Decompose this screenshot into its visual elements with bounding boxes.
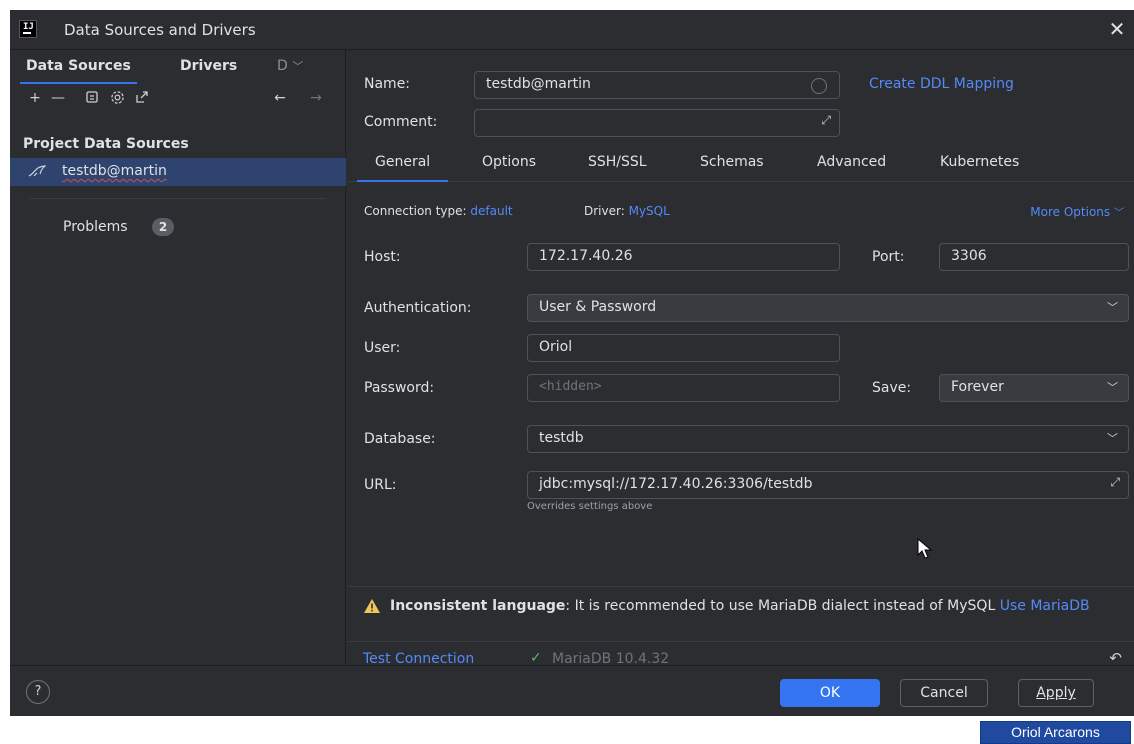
expand-icon[interactable]: ⤢ bbox=[1110, 475, 1120, 490]
remove-icon[interactable]: — bbox=[50, 90, 66, 106]
save-select[interactable]: Forever ﹀ bbox=[939, 374, 1129, 402]
warning-icon bbox=[364, 599, 380, 613]
authentication-value: User & Password bbox=[539, 299, 657, 315]
database-value: testdb bbox=[539, 430, 584, 446]
main-panel: Name: testdb@martin Create DDL Mapping C… bbox=[347, 50, 1134, 667]
tab-overflow[interactable]: D ﹀ bbox=[277, 58, 303, 74]
driver-info: Driver: MySQL bbox=[584, 204, 670, 218]
tab-data-sources[interactable]: Data Sources bbox=[20, 58, 137, 84]
port-value: 3306 bbox=[951, 248, 987, 264]
forward-arrow-icon[interactable]: → bbox=[308, 90, 324, 106]
inconsistent-language-warning: Inconsistent language: It is recommended… bbox=[347, 586, 1134, 641]
mysql-dolphin-icon bbox=[28, 164, 47, 182]
comment-input[interactable]: ⤢ bbox=[474, 109, 840, 137]
help-icon[interactable]: ? bbox=[26, 680, 50, 704]
authentication-select[interactable]: User & Password ﹀ bbox=[527, 294, 1129, 322]
chevron-down-icon: ﹀ bbox=[292, 60, 304, 73]
chevron-down-icon: ﹀ bbox=[1114, 208, 1124, 219]
host-value: 172.17.40.26 bbox=[539, 248, 633, 264]
save-value: Forever bbox=[951, 379, 1004, 395]
name-input[interactable]: testdb@martin bbox=[474, 71, 840, 99]
sidebar-item-label: testdb@martin bbox=[62, 163, 167, 179]
tab-drivers[interactable]: Drivers bbox=[180, 58, 237, 74]
apply-button[interactable]: Apply bbox=[1018, 679, 1094, 707]
connection-type-label: Connection type: bbox=[364, 204, 467, 218]
tab-general[interactable]: General bbox=[356, 154, 449, 182]
connection-type-info: Connection type: default bbox=[364, 204, 513, 218]
port-label: Port: bbox=[872, 249, 905, 265]
problems-count-badge: 2 bbox=[152, 218, 174, 236]
sidebar-item-testdb[interactable]: testdb@martin bbox=[10, 158, 346, 186]
sidebar-toolbar: + — ← → bbox=[10, 82, 346, 114]
host-input[interactable]: 172.17.40.26 bbox=[527, 243, 840, 271]
duplicate-icon[interactable] bbox=[84, 90, 100, 106]
create-ddl-mapping-link[interactable]: Create DDL Mapping bbox=[869, 76, 1014, 92]
name-value: testdb@martin bbox=[486, 76, 591, 92]
connection-type-link[interactable]: default bbox=[470, 204, 512, 218]
warning-message: : It is recommended to use MariaDB diale… bbox=[565, 598, 996, 614]
chevron-down-icon: ﹀ bbox=[1107, 381, 1118, 394]
save-label: Save: bbox=[872, 380, 912, 396]
driver-link[interactable]: MySQL bbox=[629, 204, 670, 218]
user-value: Oriol bbox=[539, 339, 573, 355]
tab-kubernetes[interactable]: Kubernetes bbox=[940, 154, 1019, 170]
url-value: jdbc:mysql://172.17.40.26:3306/testdb bbox=[539, 476, 813, 492]
close-icon[interactable]: ✕ bbox=[1106, 18, 1128, 40]
port-input[interactable]: 3306 bbox=[939, 243, 1129, 271]
ok-button[interactable]: OK bbox=[780, 679, 880, 707]
sidebar-tabs: Data Sources Drivers D ﹀ bbox=[10, 50, 346, 84]
title-bar: IJ Data Sources and Drivers ✕ bbox=[10, 10, 1134, 50]
sidebar-divider bbox=[30, 198, 326, 199]
problems-item[interactable]: Problems bbox=[63, 219, 128, 235]
chevron-down-icon: ﹀ bbox=[1107, 432, 1118, 445]
tab-schemas[interactable]: Schemas bbox=[700, 154, 764, 170]
color-picker-icon[interactable] bbox=[811, 78, 827, 94]
url-label: URL: bbox=[364, 477, 397, 493]
user-input[interactable]: Oriol bbox=[527, 334, 840, 362]
settings-icon[interactable] bbox=[109, 90, 125, 106]
tab-advanced[interactable]: Advanced bbox=[817, 154, 886, 170]
checkmark-icon: ✓ bbox=[530, 650, 542, 666]
comment-label: Comment: bbox=[364, 114, 438, 130]
cancel-button[interactable]: Cancel bbox=[900, 679, 988, 707]
user-name-tag: Oriol Arcarons bbox=[980, 721, 1131, 744]
project-data-sources-heading: Project Data Sources bbox=[23, 136, 189, 152]
authentication-label: Authentication: bbox=[364, 300, 472, 316]
password-input[interactable]: <hidden> bbox=[527, 374, 840, 402]
url-input[interactable]: jdbc:mysql://172.17.40.26:3306/testdb ⤢ bbox=[527, 471, 1129, 499]
database-input[interactable]: testdb ﹀ bbox=[527, 425, 1129, 453]
user-label: User: bbox=[364, 340, 401, 356]
add-icon[interactable]: + bbox=[27, 90, 43, 106]
settings-tabs: General Options SSH/SSL Schemas Advanced… bbox=[347, 146, 1134, 182]
external-link-icon[interactable] bbox=[134, 90, 150, 106]
sidebar: Data Sources Drivers D ﹀ + — ← → Project… bbox=[10, 50, 346, 665]
password-label: Password: bbox=[364, 380, 435, 396]
warning-title: Inconsistent language bbox=[390, 598, 566, 614]
data-sources-dialog: IJ Data Sources and Drivers ✕ Data Sourc… bbox=[10, 10, 1134, 716]
dialog-footer: ? OK Cancel Apply bbox=[10, 665, 1134, 716]
host-label: Host: bbox=[364, 249, 401, 265]
name-label: Name: bbox=[364, 76, 411, 92]
chevron-down-icon: ﹀ bbox=[1107, 301, 1118, 314]
more-options-link[interactable]: More Options ﹀ bbox=[1030, 204, 1124, 219]
tab-options[interactable]: Options bbox=[482, 154, 536, 170]
warning-text: Inconsistent language: It is recommended… bbox=[390, 597, 1120, 616]
expand-icon[interactable]: ⤢ bbox=[821, 113, 831, 128]
back-arrow-icon[interactable]: ← bbox=[272, 90, 288, 106]
tab-ssh-ssl[interactable]: SSH/SSL bbox=[588, 154, 647, 170]
intellij-logo-icon: IJ bbox=[19, 20, 37, 38]
database-label: Database: bbox=[364, 431, 436, 447]
dialog-title: Data Sources and Drivers bbox=[64, 21, 256, 39]
use-mariadb-link[interactable]: Use MariaDB bbox=[1000, 598, 1090, 614]
url-hint: Overrides settings above bbox=[527, 501, 653, 512]
screen-top-strip bbox=[0, 0, 1134, 10]
password-placeholder: <hidden> bbox=[539, 379, 602, 394]
mouse-cursor-icon bbox=[917, 538, 933, 559]
driver-label: Driver: bbox=[584, 204, 625, 218]
